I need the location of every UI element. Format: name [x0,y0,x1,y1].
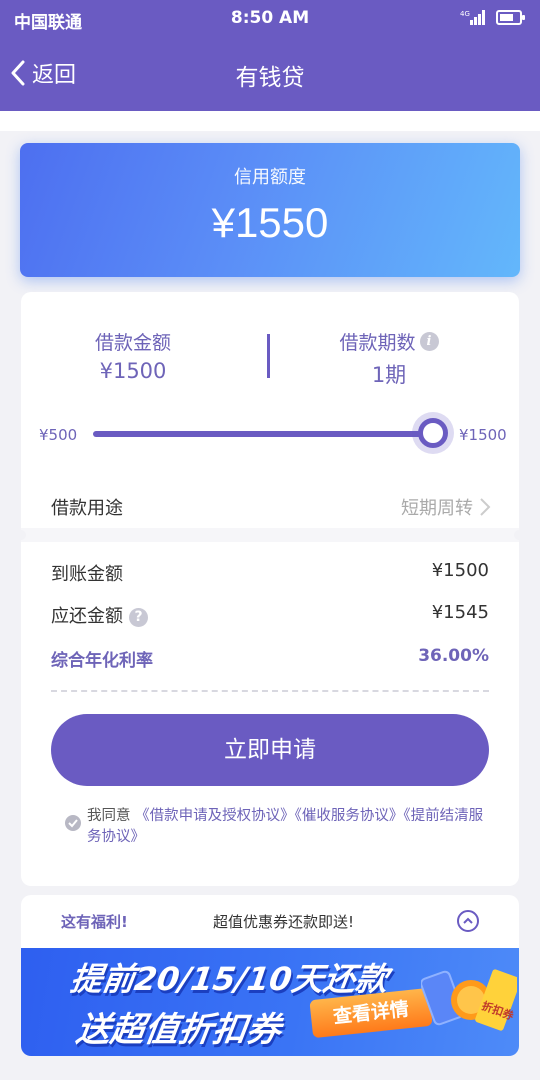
banner-line-1: 提前20/15/10天还款 [68,960,391,998]
repay-amount-label: 应还金额 [51,606,123,627]
promo-banner[interactable]: 提前20/15/10天还款 送超值折扣券 查看详情 折扣券 [21,948,519,1056]
repay-amount-value: ¥1545 [431,602,489,623]
agreement: 我同意 《借款申请及授权协议》《催收服务协议》《提前结清服务协议》 [65,806,485,848]
slider-min-label: ¥500 [39,426,78,444]
agreement-checkbox[interactable] [65,815,81,831]
promo-card: 这有福利! 超值优惠券还款即送! 提前20/15/10天还款 送超值折扣券 查看… [21,895,519,1056]
loan-agreement-link[interactable]: 《借款申请及授权协议》 [135,808,295,824]
header-spacer [0,111,540,131]
dashed-divider [51,690,489,692]
chevron-up-icon [463,917,473,924]
repay-amount-row: 应还金额? ¥1545 [51,602,489,632]
section-separator [16,528,524,542]
loan-purpose-value: 短期周转 [401,498,473,519]
arrive-amount-value: ¥1500 [431,560,489,581]
apply-button[interactable]: 立即申请 [51,714,489,786]
loan-period-label: 借款期数 [339,332,416,354]
annual-rate-label: 综合年化利率 [51,651,153,671]
slider-max-label: ¥1500 [459,426,507,444]
loan-amount-label: 借款金额 [94,332,171,354]
loan-purpose-selector[interactable]: 短期周转 [401,494,491,520]
amount-slider-thumb[interactable] [418,418,448,448]
coupon-illustration-icon: 折扣券 [421,969,517,1031]
arrive-amount-row: 到账金额 ¥1500 [51,560,489,590]
loan-period-column[interactable]: 借款期数 i 1期 [299,328,479,389]
agreement-text: 我同意 《借款申请及授权协议》《催收服务协议》《提前结清服务协议》 [65,806,485,848]
loan-amount-value: ¥1500 [99,359,167,383]
loan-purpose-row[interactable]: 借款用途 短期周转 [51,494,491,524]
annual-rate-row: 综合年化利率 36.00% [51,646,489,676]
svg-text:4G: 4G [460,10,470,18]
credit-limit-card: 信用额度 ¥1550 [20,143,520,277]
loan-period-header: 借款期数 i [299,328,479,355]
collection-agreement-link[interactable]: 《催收服务协议》 [295,808,404,824]
check-icon [68,819,78,828]
promo-subtitle: 超值优惠券还款即送! [213,913,355,931]
arrive-amount-label: 到账金额 [51,564,123,585]
annual-rate-value: 36.00% [418,646,489,666]
help-icon[interactable]: ? [129,608,148,627]
column-divider [267,334,270,378]
loan-card: 借款金额 ¥1500 借款期数 i 1期 ¥500 ¥1500 借款用途 短期周… [16,292,524,886]
amount-slider-track[interactable] [93,431,435,437]
promo-title: 这有福利! [61,913,128,931]
loan-purpose-label: 借款用途 [51,498,123,519]
nav-bar: 返回 有钱贷 [0,36,540,111]
loan-period-value: 1期 [371,363,407,387]
loan-amount-column: 借款金额 ¥1500 [43,328,223,383]
banner-line-2: 送超值折扣券 [73,1010,284,1050]
chevron-right-icon [480,498,491,516]
status-bar: 中国联通 8:50 AM 4G [0,0,540,36]
credit-limit-amount: ¥1550 [211,199,329,246]
battery-icon [496,10,525,25]
page-title: 有钱贷 [235,65,305,91]
info-icon[interactable]: i [419,332,439,351]
agreement-prefix: 我同意 [87,808,131,824]
clock: 8:50 AM [230,8,310,28]
collapse-button[interactable] [457,910,479,932]
signal-icon: 4G [460,10,485,25]
credit-limit-label: 信用额度 [234,167,306,188]
